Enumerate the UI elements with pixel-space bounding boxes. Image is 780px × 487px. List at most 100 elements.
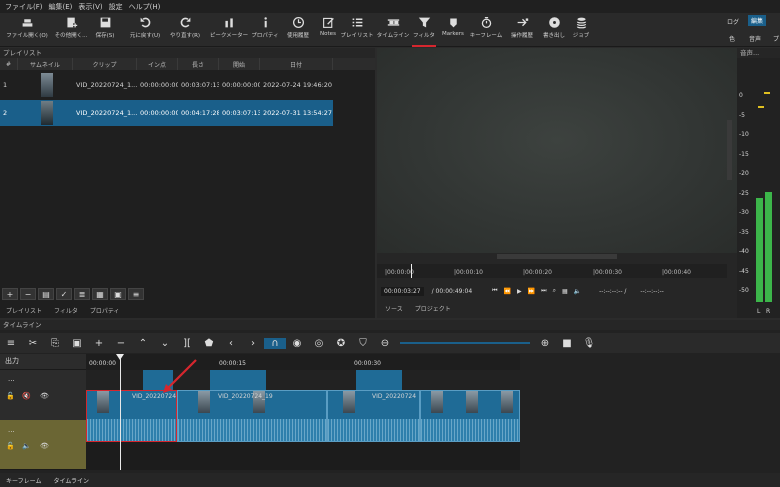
cut-icon[interactable]: ✂ [22,338,44,349]
check-icon[interactable]: ✓ [56,288,72,300]
timeline-playhead[interactable] [120,354,121,470]
prev-marker-icon[interactable]: ‹ [220,338,242,349]
split-icon[interactable]: ][ [176,338,198,349]
eye-icon[interactable]: 👁 [40,442,49,450]
viewer-scrollbar[interactable] [727,120,732,180]
update-icon[interactable]: ▤ [38,288,54,300]
skip-end-icon[interactable]: ⏭ [541,287,546,295]
lock-icon[interactable]: 🔓 [6,392,15,400]
add-icon[interactable]: + [2,288,18,300]
timecode-field[interactable]: 00:00:03:27 [381,286,424,296]
col-date[interactable]: 日付 [260,58,333,70]
scrub-icon[interactable]: ◉ [286,338,308,349]
playlist-row[interactable]: 1 VID_20220724_1... 00:00:00:00 00:03:07… [0,72,333,98]
undo-button[interactable]: 元に戻す(U) [123,16,167,46]
copy-icon[interactable]: ⎘ [44,338,66,349]
ripple-icon[interactable]: ◎ [308,338,330,349]
icon-view-icon[interactable]: ▣ [110,288,126,300]
record-audio-icon[interactable]: 🎙 [578,338,600,349]
layout-audio[interactable]: 音声 [749,34,761,43]
menu-view[interactable]: 表示(V) [78,2,102,12]
timeline-clip[interactable] [420,390,520,442]
tab-playlist[interactable]: プレイリスト [6,306,42,315]
timeline-ruler[interactable]: 00:00:00 00:00:15 00:00:30 [86,354,520,370]
viewer-ruler[interactable]: |00:00:00 |00:00:10 |00:00:20 |00:00:30 … [377,264,727,278]
tab-filters[interactable]: フィルタ [54,306,78,315]
tab-source[interactable]: ソース [385,304,403,313]
col-clip[interactable]: クリップ [73,58,137,70]
col-duration[interactable]: 長さ [178,58,219,70]
jobs-button[interactable]: ジョブ [559,16,603,46]
zoom-out-icon[interactable]: ⊖ [374,338,396,349]
row-in: 00:00:00:00 [140,81,178,89]
timeline-clip[interactable]: VID_20220724_19 [177,390,327,442]
zoom-in-icon[interactable]: ⊕ [534,338,556,349]
clip-label: VID_20220724_19 [218,393,273,400]
add-icon[interactable]: + [88,338,110,349]
mute-icon[interactable]: 🔇 [22,392,31,400]
grid-icon[interactable]: ▦ [562,288,568,295]
remove-icon[interactable]: − [110,338,132,349]
rewind-icon[interactable]: ⏪ [504,288,511,295]
viewer-hscrollbar[interactable] [497,254,617,259]
snap-icon[interactable]: ∩ [264,337,286,349]
undo-icon [140,17,150,28]
marker-block[interactable] [356,370,402,390]
playlist-row-selected[interactable]: 2 VID_20220724_1... 00:00:00:00 00:04:17… [0,100,333,126]
menu-icon[interactable]: ≡ [0,338,22,349]
col-num[interactable]: # [0,58,18,70]
volume-icon[interactable]: 🔈 [22,442,31,450]
layout-log[interactable]: ログ [727,17,739,26]
playlist-title: プレイリスト [0,48,375,58]
row-thumbnail [18,72,73,98]
list-view-icon[interactable]: ≣ [74,288,90,300]
menu-file[interactable]: ファイル(F) [5,2,43,12]
col-start[interactable]: 開始 [219,58,260,70]
remove-icon[interactable]: − [20,288,36,300]
col-thumbnail[interactable]: サムネイル [18,58,73,70]
zoom-icon[interactable]: ⌕ [553,287,556,295]
skip-start-icon[interactable]: ⏮ [492,287,497,295]
zoom-slider[interactable] [400,342,530,344]
lift-icon[interactable]: ⌃ [132,338,154,349]
marker-block[interactable] [210,370,266,390]
fast-forward-icon[interactable]: ⏩ [528,288,535,295]
ripple-markers-icon[interactable]: ⛉ [352,338,374,349]
paste-icon[interactable]: ▣ [66,338,88,349]
viewer-playhead[interactable] [411,264,412,278]
layout-color[interactable]: 色 [729,34,735,43]
tab-properties[interactable]: プロパティ [90,306,120,315]
timeline-clip[interactable]: VID_20220724 [86,390,177,442]
layout-edit[interactable]: 編集 [748,15,767,26]
menu-icon[interactable]: ≡ [128,288,144,300]
menu-settings[interactable]: 設定 [109,2,123,12]
grid-view-icon[interactable]: ▦ [92,288,108,300]
meter-scale-label: -40 [739,248,749,255]
volume-icon[interactable]: 🔈 [574,288,581,295]
save-button[interactable]: 保存(S) [83,16,127,46]
eye-icon[interactable]: 👁 [40,392,49,400]
overwrite-icon[interactable]: ⌄ [154,338,176,349]
layout-more[interactable]: プ [773,34,779,43]
next-marker-icon[interactable]: › [242,338,264,349]
zoom-fit-icon[interactable]: ■ [556,338,578,349]
lock-icon[interactable]: 🔓 [6,442,15,450]
play-icon[interactable]: ▶ [517,288,522,295]
timeline-icon [387,19,399,26]
tab-keyframes[interactable]: キーフレーム [6,476,41,485]
ripple-all-icon[interactable]: ✪ [330,338,352,349]
open-file-button[interactable]: ファイル開く(O) [5,16,49,46]
marker-icon[interactable]: ⬟ [198,338,220,349]
menu-edit[interactable]: 編集(E) [49,2,73,12]
playlist-tabs: プレイリスト フィルタ プロパティ [0,304,375,316]
timeline-clip[interactable]: VID_20220724 [327,390,420,442]
menu-help[interactable]: ヘルプ(H) [129,2,161,12]
save-icon [100,17,110,28]
redo-button[interactable]: やり直す(R) [163,16,207,46]
track-header-v2[interactable]: ... 🔓 🔈 👁 [0,420,86,470]
video-preview[interactable] [377,48,737,253]
tab-project[interactable]: プロジェクト [415,304,451,313]
col-in[interactable]: イン点 [137,58,178,70]
playlist-buttons: + − ▤ ✓ ≣ ▦ ▣ ≡ [0,288,375,302]
tab-timeline[interactable]: タイムライン [53,476,89,485]
